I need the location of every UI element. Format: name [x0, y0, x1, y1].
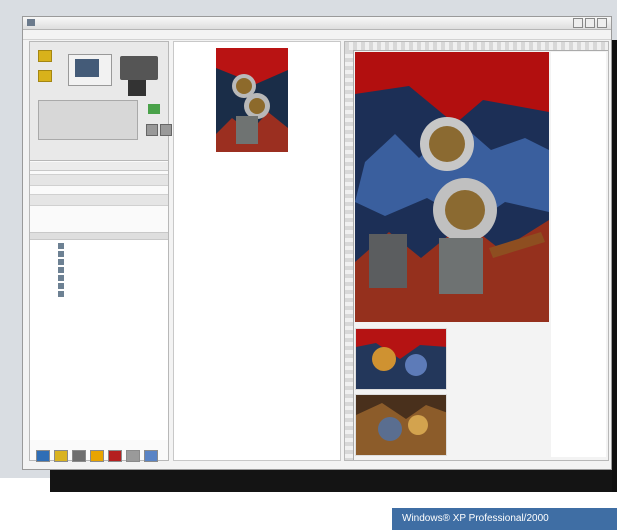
- document-icon[interactable]: [72, 450, 86, 462]
- job-table-header: [30, 162, 168, 171]
- file-icon: [58, 267, 64, 273]
- file-icon: [58, 243, 64, 249]
- job-row[interactable]: [30, 194, 168, 206]
- file-list-header: [30, 232, 168, 240]
- bottom-shadow: [50, 470, 617, 492]
- refresh-icon[interactable]: [160, 124, 172, 136]
- list-item[interactable]: [30, 250, 168, 258]
- file-list: [30, 240, 168, 440]
- file-icon: [58, 283, 64, 289]
- device-status-area: [30, 42, 172, 161]
- star-icon[interactable]: [54, 450, 68, 462]
- thumbnail-image: [216, 48, 288, 152]
- close-button[interactable]: [597, 18, 607, 28]
- printer-icon: [120, 56, 158, 80]
- main-preview-image: [355, 52, 549, 322]
- page-thumbnail[interactable]: [355, 394, 447, 456]
- file-icon: [58, 291, 64, 297]
- minimize-button[interactable]: [573, 18, 583, 28]
- job-row[interactable]: [30, 174, 168, 186]
- vertical-ruler: [345, 50, 354, 460]
- list-item[interactable]: [30, 242, 168, 250]
- preview-viewer: [344, 41, 609, 461]
- file-icon: [58, 275, 64, 281]
- list-item[interactable]: [30, 290, 168, 298]
- list-item[interactable]: [30, 274, 168, 282]
- page-thumbnail-art: [356, 395, 446, 455]
- watch-preview-art: [355, 52, 549, 322]
- list-item[interactable]: [30, 258, 168, 266]
- device-screen: [75, 59, 99, 77]
- device-info-box: [38, 100, 138, 140]
- folder-icon[interactable]: [38, 50, 52, 62]
- title-bar: [23, 17, 611, 30]
- app-icon: [27, 19, 35, 26]
- menu-bar: [23, 30, 611, 40]
- right-shadow: [612, 40, 617, 492]
- maximize-button[interactable]: [585, 18, 595, 28]
- settings-icon[interactable]: [146, 124, 158, 136]
- printer-lens-icon: [128, 80, 146, 96]
- attributes-panel: [173, 41, 341, 461]
- list-item[interactable]: [30, 266, 168, 274]
- alert-icon[interactable]: [108, 450, 122, 462]
- file-icon: [58, 251, 64, 257]
- user-icon[interactable]: [90, 450, 104, 462]
- status-bar: [173, 461, 609, 469]
- watch-thumbnail: [216, 48, 288, 152]
- status-indicator: [148, 104, 160, 114]
- window-controls: [573, 18, 607, 28]
- page-thumbnail[interactable]: [355, 328, 447, 390]
- preview-margin: [551, 52, 606, 457]
- disc-icon[interactable]: [36, 450, 50, 462]
- footer-toolbar: [36, 450, 164, 462]
- horizontal-ruler: [345, 42, 608, 51]
- left-panel: [29, 41, 172, 462]
- monitor-icon[interactable]: [144, 450, 158, 462]
- os-badge: Windows® XP Professional/2000: [392, 508, 617, 530]
- file-icon: [58, 259, 64, 265]
- folder-icon[interactable]: [126, 450, 140, 462]
- application-window: [22, 16, 612, 470]
- page-thumbnail-art: [356, 329, 446, 389]
- list-item[interactable]: [30, 282, 168, 290]
- folder-icon[interactable]: [38, 70, 52, 82]
